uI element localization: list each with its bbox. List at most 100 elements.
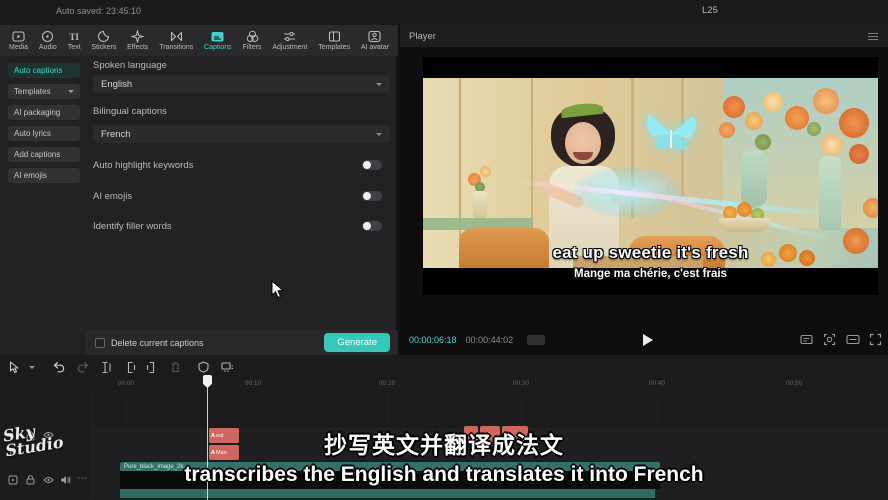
sidebar-item-templates[interactable]: Templates bbox=[8, 84, 80, 99]
tab-transitions[interactable]: Transitions bbox=[159, 30, 193, 51]
sidebar-item-label: Auto captions bbox=[14, 66, 62, 75]
ruler-label: 00:20 bbox=[379, 380, 395, 387]
tab-label: Effects bbox=[127, 44, 148, 51]
select-tool-icon[interactable] bbox=[7, 360, 21, 374]
tab-label: Media bbox=[9, 44, 28, 51]
text-icon: TI bbox=[68, 30, 81, 43]
ruler-label: 00:10 bbox=[245, 380, 261, 387]
video-image bbox=[423, 78, 878, 268]
mask-icon[interactable] bbox=[196, 360, 210, 374]
player-title: Player bbox=[409, 31, 436, 42]
tab-text[interactable]: TI Text bbox=[68, 30, 81, 51]
chevron-down-icon bbox=[376, 133, 382, 136]
filters-icon bbox=[246, 30, 259, 43]
templates-icon bbox=[328, 30, 341, 43]
tab-adjustment[interactable]: Adjustment bbox=[272, 30, 307, 51]
audio-icon bbox=[41, 30, 54, 43]
video-preview[interactable]: eat up sweetie it's fresh Mange ma chéri… bbox=[423, 57, 878, 295]
sidebar-item-label: Auto lyrics bbox=[14, 129, 51, 138]
tab-label: AI avatar bbox=[361, 44, 389, 51]
trim-left-icon[interactable] bbox=[123, 360, 137, 374]
tab-label: Captions bbox=[204, 44, 232, 51]
top-bar: Auto saved: 23:45:10 L25 bbox=[0, 0, 888, 25]
sidebar-item-auto-captions[interactable]: Auto captions bbox=[8, 63, 80, 78]
ai-emojis-toggle[interactable] bbox=[362, 191, 382, 201]
stickers-icon bbox=[97, 30, 110, 43]
project-title: L25 bbox=[702, 5, 718, 16]
fullscreen-icon[interactable] bbox=[869, 333, 882, 351]
tab-effects[interactable]: Effects bbox=[127, 30, 148, 51]
ratio-icon[interactable] bbox=[846, 333, 860, 351]
mouse-cursor bbox=[271, 280, 284, 299]
play-button[interactable] bbox=[643, 334, 653, 346]
redo-icon[interactable] bbox=[75, 360, 89, 374]
tab-label: Templates bbox=[318, 44, 350, 51]
tab-filters[interactable]: Filters bbox=[242, 30, 261, 51]
butterfly-hologram bbox=[641, 110, 701, 158]
player-header: Player bbox=[400, 25, 888, 47]
sidebar-item-add-captions[interactable]: Add captions bbox=[8, 147, 80, 162]
tab-label: Audio bbox=[39, 44, 57, 51]
tab-media[interactable]: Media bbox=[9, 30, 28, 51]
sidebar-item-label: Add captions bbox=[14, 150, 60, 159]
generate-bar: Delete current captions Generate bbox=[85, 330, 398, 355]
overlay-subtitle-chinese: 抄写英文并翻译成法文 bbox=[0, 426, 888, 460]
auto-highlight-toggle[interactable] bbox=[362, 160, 382, 170]
tab-ai-avatar[interactable]: AI avatar bbox=[361, 30, 389, 51]
captions-icon bbox=[211, 30, 224, 43]
player-option-pill[interactable] bbox=[527, 335, 545, 345]
current-time: 00:00:06:18 bbox=[409, 335, 457, 345]
effects-icon bbox=[131, 30, 144, 43]
player-controls: 00:00:06:18 00:00:44:02 bbox=[400, 325, 888, 355]
player-panel: Player bbox=[400, 25, 888, 355]
ai-emojis-label: AI emojis bbox=[93, 191, 132, 202]
bilingual-captions-label: Bilingual captions bbox=[93, 106, 167, 117]
sidebar-item-label: AI packaging bbox=[14, 108, 60, 117]
video-caption-secondary: Mange ma chérie, c'est frais bbox=[423, 268, 878, 280]
chevron-down-icon bbox=[376, 83, 382, 86]
select-tool-chevron-icon[interactable] bbox=[21, 360, 35, 374]
ruler-label: 00:40 bbox=[649, 380, 665, 387]
total-duration: 00:00:44:02 bbox=[466, 335, 514, 345]
delete-captions-checkbox[interactable] bbox=[95, 338, 105, 348]
tab-stickers[interactable]: Stickers bbox=[91, 30, 116, 51]
spoken-language-label: Spoken language bbox=[93, 60, 167, 71]
delete-icon[interactable] bbox=[168, 360, 182, 374]
sidebar-item-ai-packaging[interactable]: AI packaging bbox=[8, 105, 80, 120]
snap-preview-icon[interactable] bbox=[823, 333, 836, 351]
ruler-label: 00:00 bbox=[118, 380, 134, 387]
generate-button[interactable]: Generate bbox=[324, 333, 390, 352]
tab-label: Stickers bbox=[91, 44, 116, 51]
video-caption-primary: eat up sweetie it's fresh bbox=[423, 243, 878, 263]
trim-right-icon[interactable] bbox=[144, 360, 158, 374]
overlay-subtitle-english: transcribes the English and translates i… bbox=[0, 463, 888, 487]
bilingual-language-value: French bbox=[101, 129, 131, 140]
tab-captions[interactable]: Captions bbox=[204, 30, 232, 51]
ruler-label: 00:30 bbox=[513, 380, 529, 387]
tab-label: Text bbox=[68, 44, 81, 51]
captions-workspace-panel: Media Audio TI Text Stickers Effects Tra… bbox=[0, 25, 398, 355]
spoken-language-select[interactable]: English bbox=[93, 75, 390, 93]
undo-icon[interactable] bbox=[52, 360, 66, 374]
sidebar-item-ai-emojis[interactable]: AI emojis bbox=[8, 168, 80, 183]
split-icon[interactable] bbox=[100, 360, 114, 374]
quality-icon[interactable] bbox=[800, 333, 813, 351]
tab-audio[interactable]: Audio bbox=[39, 30, 57, 51]
tab-templates[interactable]: Templates bbox=[318, 30, 350, 51]
tab-label: Transitions bbox=[159, 44, 193, 51]
transitions-icon bbox=[170, 30, 183, 43]
identify-filler-label: Identify filler words bbox=[93, 221, 172, 232]
adjustment-icon bbox=[283, 30, 296, 43]
player-menu-icon[interactable] bbox=[868, 33, 878, 40]
ai-avatar-icon bbox=[368, 30, 381, 43]
bilingual-language-select[interactable]: French bbox=[93, 125, 390, 143]
video-clip-strip[interactable] bbox=[120, 489, 655, 498]
track-options-icon[interactable] bbox=[220, 360, 234, 374]
sidebar-item-auto-lyrics[interactable]: Auto lyrics bbox=[8, 126, 80, 141]
timeline-ruler[interactable]: 00:00 00:10 00:20 00:30 00:40 00:50 bbox=[0, 376, 888, 392]
media-icon bbox=[12, 30, 25, 43]
toggle-knob bbox=[363, 161, 371, 169]
identify-filler-toggle[interactable] bbox=[362, 221, 382, 231]
tab-label: Adjustment bbox=[272, 44, 307, 51]
spoken-language-value: English bbox=[101, 79, 132, 90]
